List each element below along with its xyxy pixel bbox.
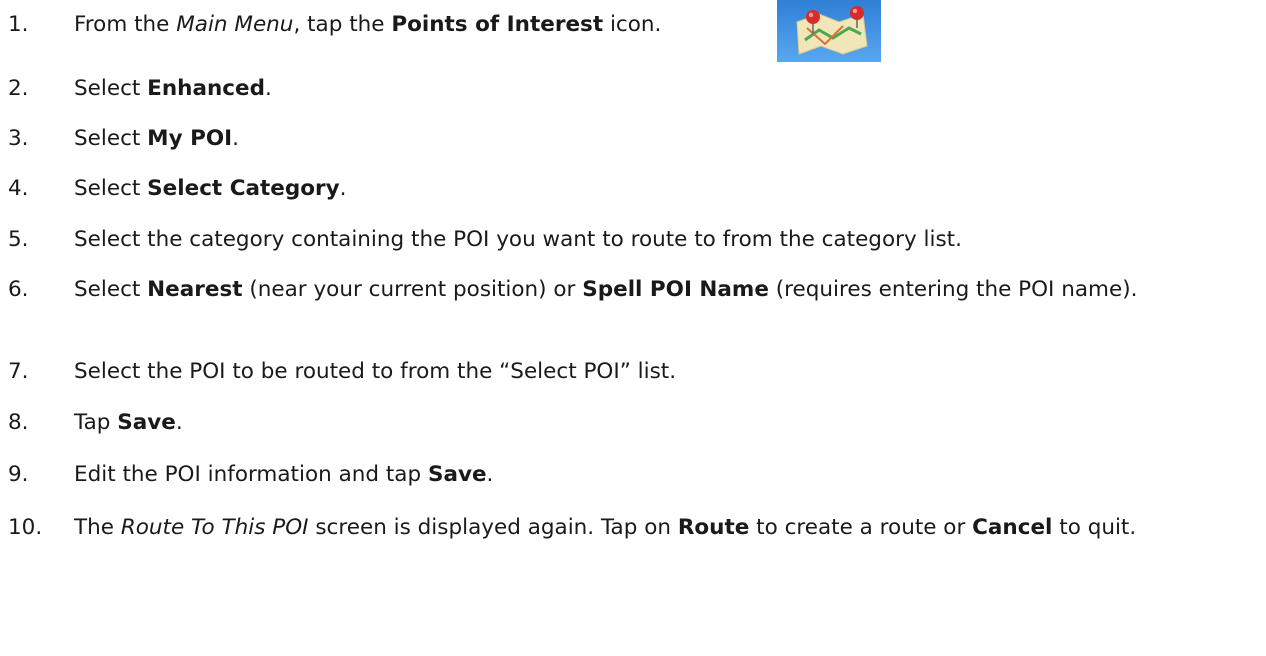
screen-name: Main Menu <box>176 12 294 37</box>
step-number: 5. <box>8 227 29 252</box>
step-text: Select My POI. <box>74 124 1244 154</box>
points-of-interest-icon <box>777 0 881 62</box>
screen-name: Route To This POI <box>120 515 309 540</box>
step-number: 4. <box>8 176 29 201</box>
step-number: 2. <box>8 76 29 101</box>
step-text-fragment: . <box>232 126 239 151</box>
step-text-fragment: . <box>486 462 494 487</box>
step-text-fragment: Select the category containing the POI y… <box>74 227 962 252</box>
step-text-fragment: Select the POI to be routed to from the … <box>74 359 677 384</box>
step-text: Select Nearest (near your current positi… <box>74 275 1244 305</box>
ui-term: Select Category <box>147 176 340 201</box>
ui-term: Points of Interest <box>391 12 604 37</box>
step-text: Select the POI to be routed to from the … <box>74 357 1244 387</box>
step-text-fragment: Edit the POI information and tap <box>74 462 428 487</box>
ui-term: Save <box>117 410 176 435</box>
ui-term: Spell POI Name <box>582 277 769 302</box>
step-text-fragment: From the <box>74 12 177 37</box>
step-number: 9. <box>8 462 29 487</box>
step-number: 1. <box>8 12 29 37</box>
step-text-fragment: Select <box>74 176 148 201</box>
step-text-fragment: to quit. <box>1052 515 1137 540</box>
step-text: Select the category containing the POI y… <box>74 225 1244 255</box>
ui-term: My POI <box>147 126 233 151</box>
ui-term: Save <box>427 462 487 487</box>
step-text: Select Enhanced. <box>74 74 1244 104</box>
step-text-fragment: Select <box>74 126 148 151</box>
step-number: 10. <box>8 515 43 540</box>
ui-term: Route <box>677 515 750 540</box>
step-text-fragment: icon. <box>603 12 662 37</box>
ui-term: Enhanced <box>147 76 266 101</box>
step-text-fragment: , tap the <box>293 12 392 37</box>
step-text-fragment: . <box>175 410 183 435</box>
step-text-fragment: (near your current position) or <box>242 277 583 302</box>
step-text-fragment: Select <box>74 76 148 101</box>
step-number: 3. <box>8 126 29 151</box>
step-number: 6. <box>8 277 29 302</box>
step-text: Edit the POI information and tap Save. <box>74 460 1244 490</box>
step-text-fragment: . <box>339 176 347 201</box>
step-text: From the Main Menu, tap the Points of In… <box>74 10 1244 40</box>
step-text: Tap Save. <box>74 408 1244 438</box>
step-text-fragment: The <box>74 515 121 540</box>
ui-term: Cancel <box>972 515 1053 540</box>
step-text-fragment: Select <box>74 277 148 302</box>
step-text-fragment: Tap <box>74 410 118 435</box>
step-text: Select Select Category. <box>74 174 1244 204</box>
step-text-fragment: to create a route or <box>749 515 973 540</box>
ui-term: Nearest <box>147 277 243 302</box>
step-number: 7. <box>8 359 29 384</box>
step-text-fragment: (requires entering the POI name). <box>768 277 1138 302</box>
step-text-fragment: . <box>265 76 272 101</box>
step-text-fragment: screen is displayed again. Tap on <box>308 515 678 540</box>
step-number: 8. <box>8 410 29 435</box>
step-text: The Route To This POI screen is displaye… <box>74 513 1244 543</box>
